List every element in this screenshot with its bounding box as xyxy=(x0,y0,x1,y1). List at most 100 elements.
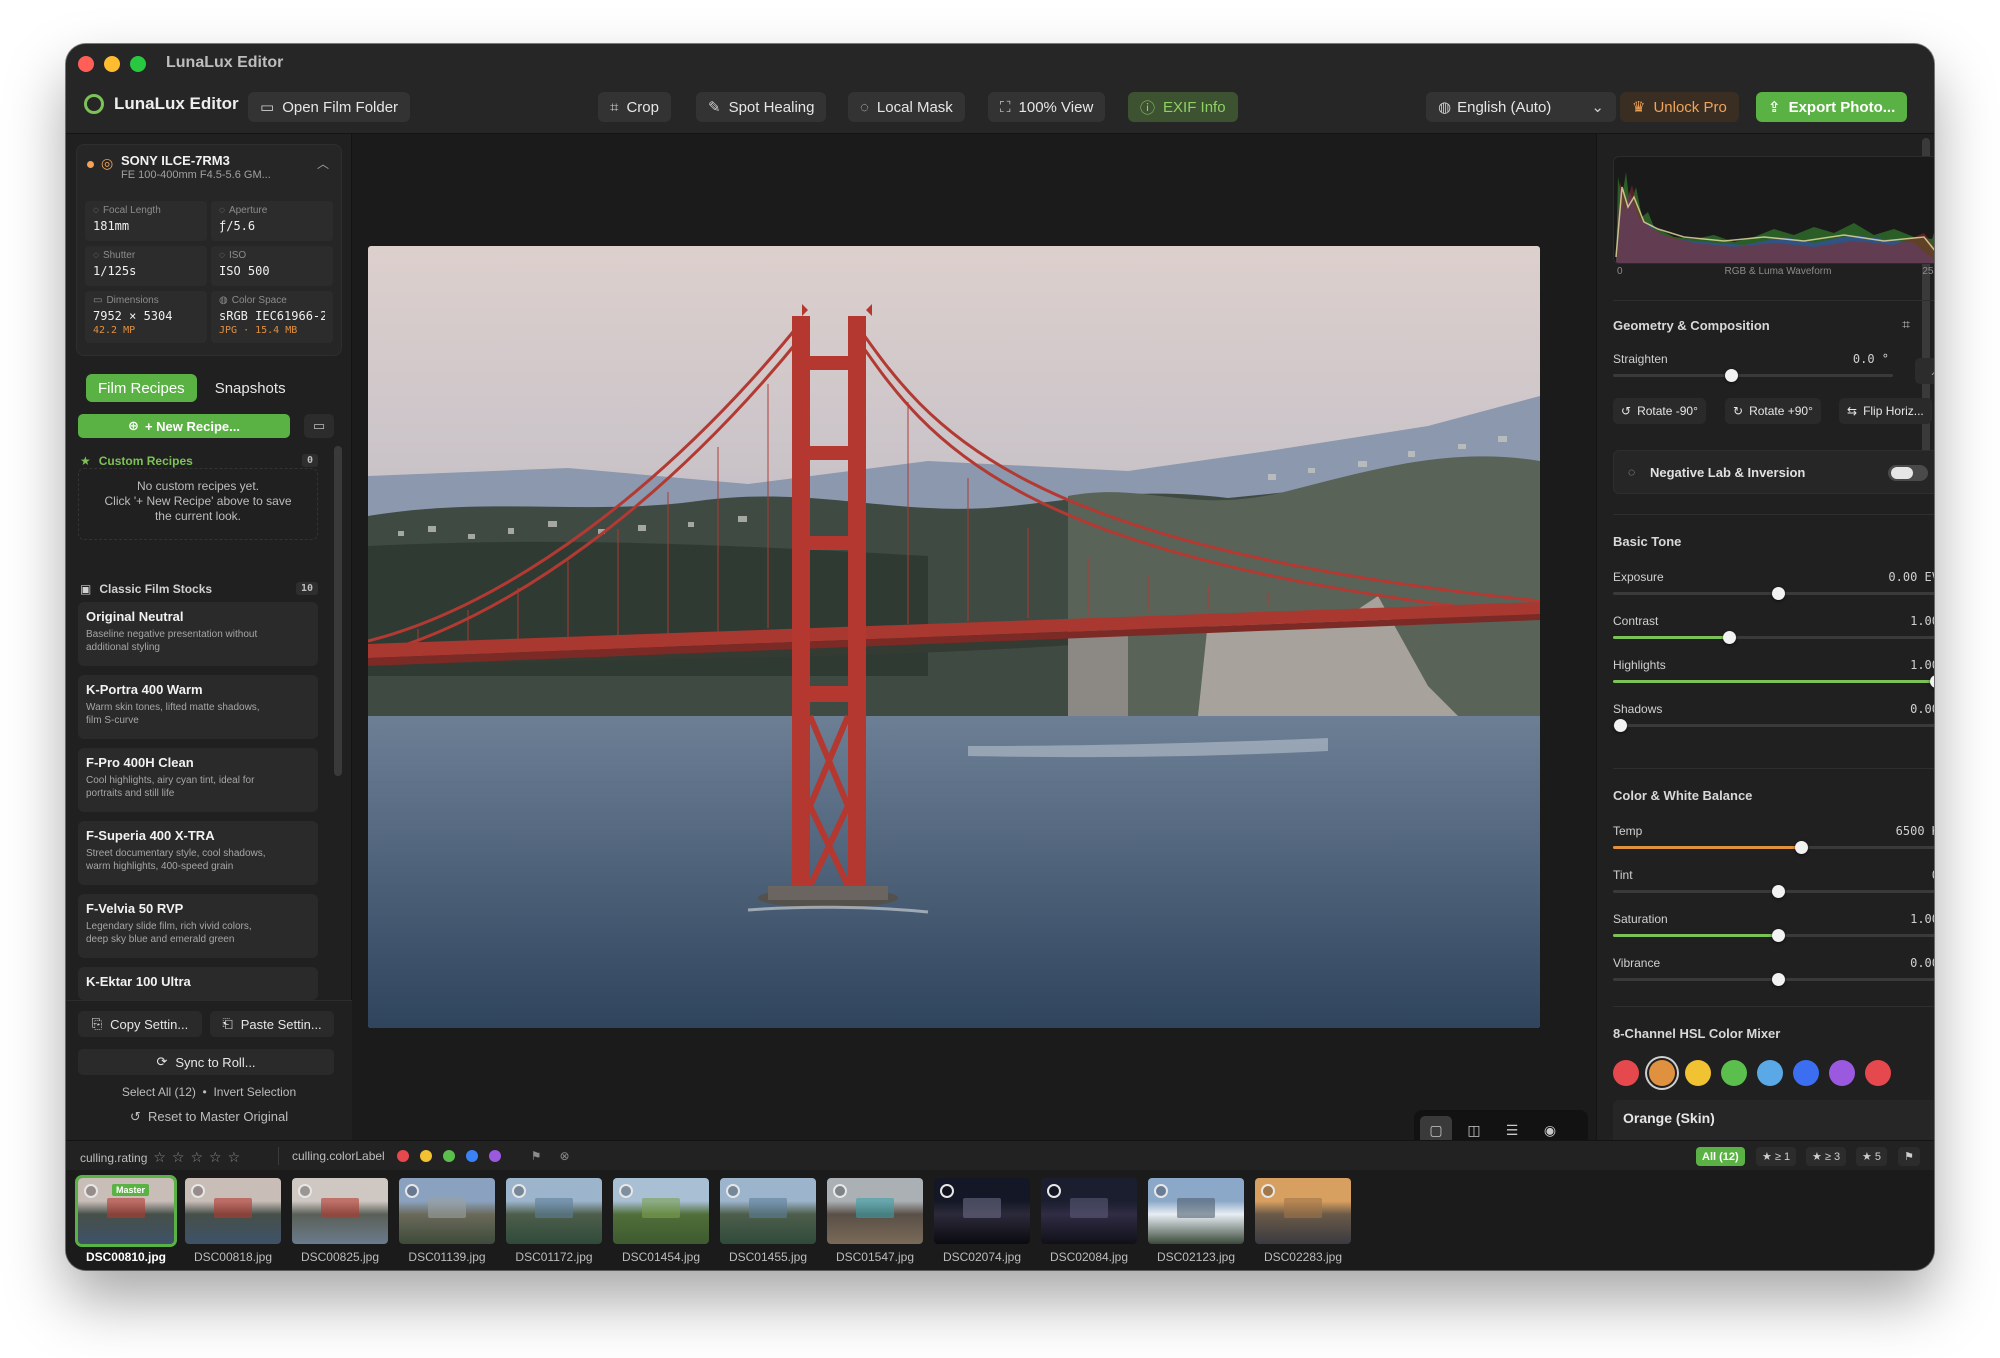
recipe-item[interactable]: F-Pro 400H Clean Cool highlights, airy c… xyxy=(78,748,318,812)
main-photo[interactable] xyxy=(368,246,1540,1028)
filmstrip-thumbnail[interactable] xyxy=(399,1178,495,1244)
filter-rating-5[interactable]: ★ 5 xyxy=(1856,1147,1888,1166)
filmstrip-thumbnail[interactable] xyxy=(1041,1178,1137,1244)
close-window-button[interactable] xyxy=(78,56,94,72)
hsl-swatch[interactable] xyxy=(1649,1060,1675,1086)
color-label-dot[interactable] xyxy=(465,1150,478,1162)
slider-knob[interactable] xyxy=(1772,885,1785,898)
recipe-item[interactable]: F-Superia 400 X-TRA Street documentary s… xyxy=(78,821,318,885)
select-circle-icon[interactable] xyxy=(298,1184,312,1198)
view-100-button[interactable]: ⛶ 100% View xyxy=(988,92,1106,122)
color-label-dot[interactable] xyxy=(488,1150,501,1162)
vibrance-slider[interactable]: Vibrance 0.00 xyxy=(1613,956,1934,992)
filmstrip-thumbnail[interactable] xyxy=(506,1178,602,1244)
straighten-knob[interactable] xyxy=(1724,369,1738,382)
saturation-slider[interactable]: Saturation 1.00 xyxy=(1613,912,1934,948)
language-select[interactable]: ◍ English (Auto) ⌄ xyxy=(1426,92,1616,122)
filmstrip-thumbnail[interactable] xyxy=(292,1178,388,1244)
recipe-item[interactable]: K-Ektar 100 Ultra xyxy=(78,967,318,1000)
select-circle-icon[interactable] xyxy=(833,1184,847,1198)
color-label-dot[interactable] xyxy=(419,1150,432,1162)
negative-lab-toggle[interactable] xyxy=(1888,465,1928,481)
slider-knob[interactable] xyxy=(1772,929,1785,942)
color-label-dot[interactable] xyxy=(396,1150,409,1162)
select-circle-icon[interactable] xyxy=(1154,1184,1168,1198)
select-circle-icon[interactable] xyxy=(512,1184,526,1198)
export-photo-button[interactable]: ⇪ Export Photo... xyxy=(1756,92,1908,122)
tint-slider[interactable]: Tint 0 xyxy=(1613,868,1934,904)
filmstrip-thumbnail[interactable]: Master xyxy=(75,1175,177,1247)
rotate-left-button[interactable]: ↺ Rotate -90° xyxy=(1613,398,1706,424)
slider-knob[interactable] xyxy=(1772,973,1785,986)
invert-selection-link[interactable]: Invert Selection xyxy=(213,1085,296,1099)
select-all-link[interactable]: Select All (12) xyxy=(122,1085,196,1099)
filmstrip-thumbnail[interactable] xyxy=(1255,1178,1351,1244)
temp-slider[interactable]: Temp 6500 K xyxy=(1613,824,1934,860)
exposure-slider[interactable]: Exposure 0.00 EV xyxy=(1613,570,1934,606)
unlock-pro-button[interactable]: ♛ Unlock Pro xyxy=(1620,92,1739,122)
color-label-dot[interactable] xyxy=(442,1150,455,1162)
filmstrip-thumbnail[interactable] xyxy=(185,1178,281,1244)
reject-icon[interactable]: ⊗ xyxy=(560,1149,570,1163)
rotate-right-button[interactable]: ↻ Rotate +90° xyxy=(1725,398,1821,424)
slider-knob[interactable] xyxy=(1930,675,1934,688)
highlights-slider[interactable]: Highlights 1.00 xyxy=(1613,658,1934,694)
slider-knob[interactable] xyxy=(1795,841,1809,854)
filter-flag-icon[interactable]: ⚑ xyxy=(1898,1147,1920,1166)
filmstrip-thumbnail[interactable] xyxy=(934,1178,1030,1244)
select-circle-icon[interactable] xyxy=(191,1184,205,1198)
zoom-window-button[interactable] xyxy=(130,56,146,72)
filter-rating-3[interactable]: ★ ≥ 3 xyxy=(1806,1147,1847,1166)
auto-straighten-button[interactable]: ⟋ xyxy=(1915,358,1934,384)
select-circle-icon[interactable] xyxy=(619,1184,633,1198)
select-circle-icon[interactable] xyxy=(726,1184,740,1198)
flag-icon[interactable]: ⚑ xyxy=(531,1149,542,1163)
hsl-swatch[interactable] xyxy=(1721,1060,1747,1086)
spot-healing-button[interactable]: ✎ Spot Healing xyxy=(696,92,827,122)
paste-settings-button[interactable]: ⎗ Paste Settin... xyxy=(210,1011,334,1037)
select-circle-icon[interactable] xyxy=(1047,1184,1061,1198)
sync-to-roll-button[interactable]: ⟳ Sync to Roll... xyxy=(78,1049,334,1075)
flip-horizontal-button[interactable]: ⇆ Flip Horiz... xyxy=(1839,398,1932,424)
rating-stars-icon[interactable]: ☆☆☆☆☆ xyxy=(153,1149,246,1166)
new-recipe-button[interactable]: ⊕ + New Recipe... xyxy=(78,414,290,438)
photo-canvas[interactable]: ▢ ◫ ☰ ◉ xyxy=(352,134,1596,1150)
reset-master-button[interactable]: ↺ Reset to Master Original xyxy=(66,1109,352,1125)
slider-knob[interactable] xyxy=(1722,631,1736,644)
select-circle-icon[interactable] xyxy=(84,1184,98,1198)
recipe-item[interactable]: Original Neutral Baseline negative prese… xyxy=(78,602,318,666)
slider-knob[interactable] xyxy=(1772,587,1785,600)
minimize-window-button[interactable] xyxy=(104,56,120,72)
filmstrip-thumbnail[interactable] xyxy=(827,1178,923,1244)
tab-snapshots[interactable]: Snapshots xyxy=(203,374,298,402)
select-circle-icon[interactable] xyxy=(405,1184,419,1198)
copy-settings-button[interactable]: ⎘ Copy Settin... xyxy=(78,1011,202,1037)
exif-info-button[interactable]: ⓘ EXIF Info xyxy=(1128,92,1238,122)
hsl-swatch[interactable] xyxy=(1829,1060,1855,1086)
hsl-swatch[interactable] xyxy=(1685,1060,1711,1086)
crop-button[interactable]: ⌗ Crop xyxy=(598,92,671,122)
chevron-up-icon[interactable]: ︿ xyxy=(317,155,329,172)
hsl-swatch[interactable] xyxy=(1757,1060,1783,1086)
select-circle-icon[interactable] xyxy=(940,1184,954,1198)
filmstrip-thumbnail[interactable] xyxy=(720,1178,816,1244)
filmstrip-thumbnail[interactable] xyxy=(1148,1178,1244,1244)
open-folder-button[interactable]: ▭ Open Film Folder xyxy=(248,92,411,122)
filmstrip-thumbnail[interactable] xyxy=(613,1178,709,1244)
slider-knob[interactable] xyxy=(1613,719,1627,732)
recipe-item[interactable]: K-Portra 400 Warm Warm skin tones, lifte… xyxy=(78,675,318,739)
local-mask-button[interactable]: ◌ Local Mask xyxy=(848,92,965,122)
contrast-slider[interactable]: Contrast 1.00 xyxy=(1613,614,1934,650)
straighten-slider[interactable]: Straighten 0.0 ° xyxy=(1613,352,1893,388)
select-circle-icon[interactable] xyxy=(1261,1184,1275,1198)
recipe-folder-button[interactable]: ▭ xyxy=(304,414,334,438)
hsl-swatch[interactable] xyxy=(1865,1060,1891,1086)
shadows-slider[interactable]: Shadows 0.00 xyxy=(1613,702,1934,738)
recipe-item[interactable]: F-Velvia 50 RVP Legendary slide film, ri… xyxy=(78,894,318,958)
tab-film-recipes[interactable]: Film Recipes xyxy=(86,374,197,402)
filter-rating-1[interactable]: ★ ≥ 1 xyxy=(1756,1147,1797,1166)
recipes-scrollbar[interactable] xyxy=(334,446,342,776)
hsl-swatch[interactable] xyxy=(1793,1060,1819,1086)
camera-info-card[interactable]: ◎ SONY ILCE-7RM3 FE 100-400mm F4.5-5.6 G… xyxy=(76,144,342,356)
hsl-swatch[interactable] xyxy=(1613,1060,1639,1086)
